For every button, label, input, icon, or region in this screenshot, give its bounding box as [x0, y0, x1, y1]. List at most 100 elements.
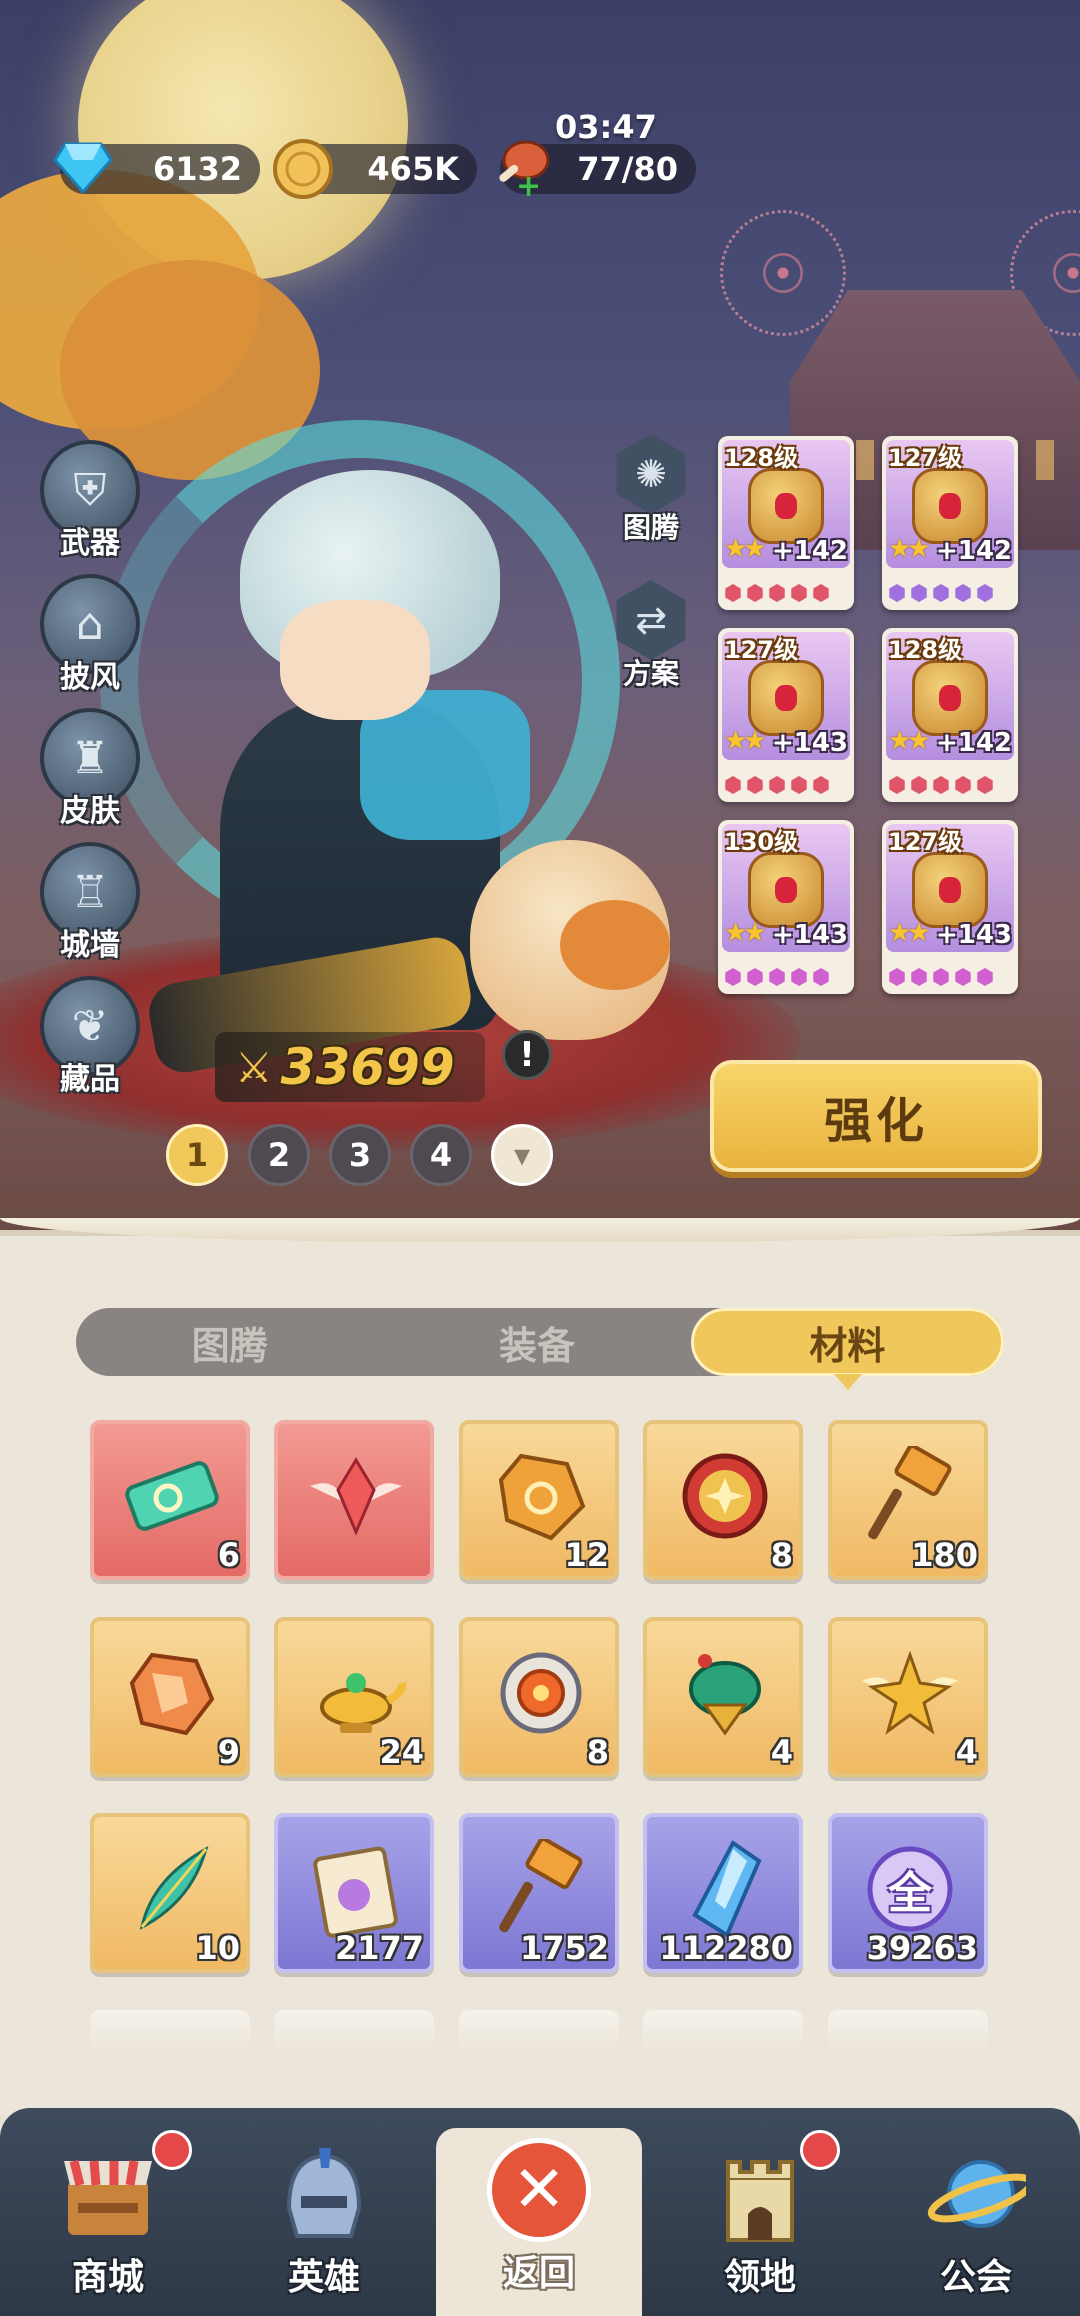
gold-coin-icon	[270, 136, 336, 202]
socket-gems	[888, 584, 994, 602]
material-slot[interactable]: 6	[90, 1420, 250, 1580]
equipment-level: 127级	[724, 636, 799, 664]
material-count: 2177	[334, 1929, 424, 1967]
fade-row	[643, 2010, 803, 2050]
material-slot[interactable]: 2177	[274, 1813, 434, 1973]
notification-badge	[800, 2130, 840, 2170]
fade-row	[459, 2010, 619, 2050]
hero-face	[280, 600, 430, 720]
side-skin-label: 皮肤	[60, 794, 120, 829]
material-slot[interactable]	[274, 1420, 434, 1580]
side-collection-label: 藏品	[60, 1062, 120, 1097]
nav-back[interactable]: ✕ 返回	[436, 2128, 642, 2316]
preset-button[interactable]: ⇄ 方案	[608, 580, 694, 692]
equipment-level: 128级	[888, 636, 963, 664]
equipment-level: 128级	[724, 444, 799, 472]
gem-socket-icon	[791, 968, 807, 986]
lamp-icon	[304, 1641, 408, 1745]
preset-icon: ⇄	[616, 580, 686, 660]
loadout-page-3[interactable]: 3	[329, 1124, 391, 1186]
hammer-icon	[489, 1837, 593, 1941]
scroll-icon	[304, 1837, 408, 1941]
gem-socket-icon	[889, 584, 905, 602]
material-slot[interactable]: 全 39263	[828, 1813, 988, 1973]
equipment-slot[interactable]: 128级 ★★ +142	[718, 436, 854, 610]
equipment-bonus: +142	[935, 536, 1012, 566]
firework	[720, 210, 846, 336]
equipment-slot[interactable]: 127级 ★★ +143	[718, 628, 854, 802]
equipment-slot[interactable]: 127级 ★★ +143	[882, 820, 1018, 994]
loadout-page-2[interactable]: 2	[248, 1124, 310, 1186]
fade-row	[90, 2010, 250, 2050]
material-slot[interactable]: 4	[643, 1617, 803, 1777]
material-slot[interactable]: 12	[459, 1420, 619, 1580]
material-count: 4	[770, 1733, 793, 1771]
nav-territory-label: 领地	[723, 2257, 796, 2298]
side-collection-button[interactable]: ❦ 藏品	[30, 976, 150, 1101]
side-wall-button[interactable]: ♖ 城墙	[30, 842, 150, 967]
nav-shop-label: 商城	[71, 2257, 144, 2298]
chevron-down-icon[interactable]: ▾	[491, 1124, 553, 1186]
material-slot[interactable]: 8	[459, 1617, 619, 1777]
socket-gems	[724, 968, 830, 986]
sword-icon: ⚔	[235, 1042, 273, 1092]
material-slot[interactable]: 1752	[459, 1813, 619, 1973]
gems-value: 6132	[152, 150, 242, 188]
material-slot[interactable]: 10	[90, 1813, 250, 1973]
side-weapon-button[interactable]: ⛨ 武器	[30, 440, 150, 565]
loadout-page-1[interactable]: 1	[166, 1124, 228, 1186]
equipment-slot[interactable]: 127级 ★★ +142	[882, 436, 1018, 610]
gold-value: 465K	[367, 150, 459, 188]
gem-socket-icon	[725, 584, 741, 602]
all-orb-char: 全	[888, 1868, 932, 1919]
winged-star-icon	[858, 1641, 962, 1745]
equipment-icon	[912, 468, 988, 544]
fade-row	[274, 2010, 434, 2050]
material-count: 8	[770, 1536, 793, 1574]
winged-gem-icon	[304, 1444, 408, 1548]
upgrade-button[interactable]: 强化	[710, 1060, 1042, 1172]
material-count: 1752	[519, 1929, 609, 1967]
gem-socket-icon	[813, 968, 829, 986]
nav-back-label: 返回	[502, 2253, 575, 2294]
gem-socket-icon	[747, 776, 763, 794]
tab-totem[interactable]: 图腾	[76, 1308, 383, 1376]
gem-socket-icon	[933, 776, 949, 794]
tab-equipment[interactable]: 装备	[383, 1308, 690, 1376]
material-slot[interactable]: 9	[90, 1617, 250, 1777]
loadout-page-4[interactable]: 4	[410, 1124, 472, 1186]
equipment-level: 130级	[724, 828, 799, 856]
totem-button[interactable]: ✺ 图腾	[608, 434, 694, 546]
gem-socket-icon	[889, 968, 905, 986]
side-cloak-button[interactable]: ⌂ 披风	[30, 574, 150, 699]
gem-socket-icon	[747, 968, 763, 986]
alert-icon[interactable]: !	[502, 1030, 552, 1080]
helmet-icon	[274, 2146, 374, 2246]
hammer-icon	[858, 1444, 962, 1548]
crystal-icon	[120, 1641, 224, 1745]
material-count: 12	[564, 1536, 609, 1574]
tab-materials[interactable]: 材料	[690, 1308, 1004, 1376]
equipment-bonus: +142	[771, 536, 848, 566]
material-slot[interactable]: 112280	[643, 1813, 803, 1973]
socket-gems	[888, 968, 994, 986]
nav-heroes[interactable]: 英雄	[216, 2120, 432, 2316]
equipment-slot[interactable]: 130级 ★★ +143	[718, 820, 854, 994]
gem-socket-icon	[955, 968, 971, 986]
material-count: 39263	[866, 1929, 978, 1967]
material-slot[interactable]: 24	[274, 1617, 434, 1777]
material-count: 6	[217, 1536, 240, 1574]
material-slot[interactable]: 4	[828, 1617, 988, 1777]
material-slot[interactable]: 180	[828, 1420, 988, 1580]
side-skin-button[interactable]: ♜ 皮肤	[30, 708, 150, 833]
ticket-icon	[120, 1444, 224, 1548]
star-rating-icon: ★★	[888, 534, 931, 564]
equipment-icon	[912, 852, 988, 928]
gem-socket-icon	[933, 968, 949, 986]
material-slot[interactable]: 8	[643, 1420, 803, 1580]
combat-power: ⚔ 33699	[215, 1032, 485, 1102]
nav-guild[interactable]: 公会	[868, 2120, 1080, 2316]
equipment-slot[interactable]: 128级 ★★ +142	[882, 628, 1018, 802]
gem-socket-icon	[769, 968, 785, 986]
equipment-level: 127级	[888, 828, 963, 856]
